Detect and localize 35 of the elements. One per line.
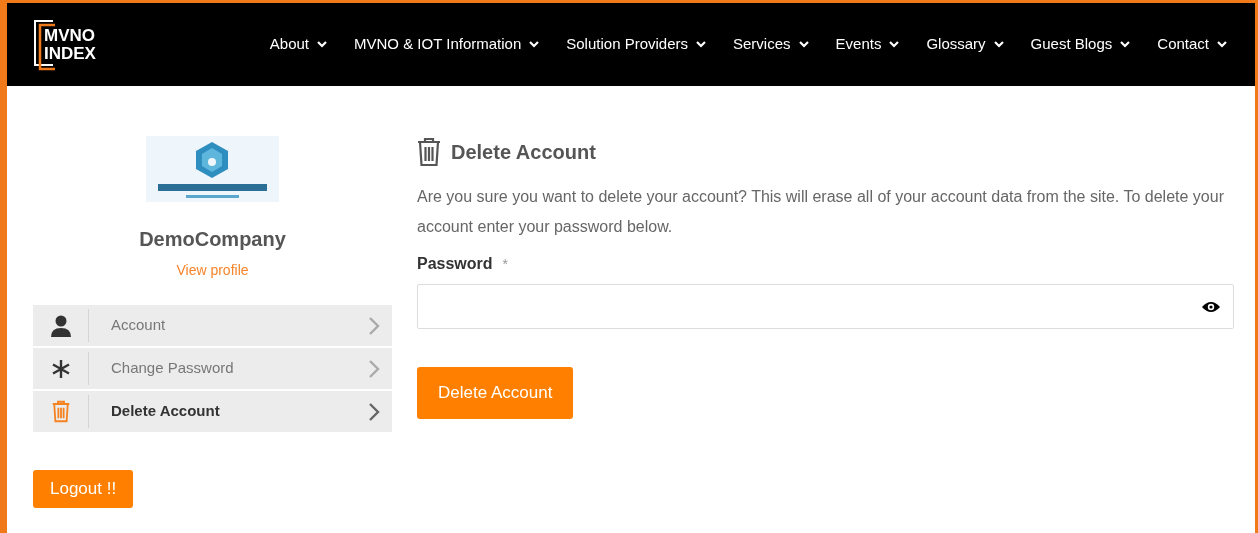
logo-text: MVNO	[44, 26, 96, 45]
chevron-right-icon	[368, 401, 380, 422]
chevron-down-icon	[889, 41, 900, 48]
logo-text: INDEX	[44, 44, 96, 63]
nav-link[interactable]: Events	[835, 33, 900, 56]
nav-link[interactable]: About	[269, 33, 327, 56]
chevron-down-icon	[317, 41, 327, 48]
menu-item[interactable]: Change Password	[33, 348, 392, 389]
description-text: Are you sure you want to delete your account? This will erase all of your account data from the site. To delete your account enter your password below.	[417, 187, 1225, 237]
password-label: Password	[417, 254, 493, 274]
nav-link[interactable]: Services	[733, 33, 809, 56]
nav-link[interactable]: Solution Providers	[566, 33, 706, 56]
menu-item[interactable]: Account	[33, 305, 392, 346]
chevron-down-icon	[1120, 41, 1131, 48]
chevron-down-icon	[696, 41, 706, 48]
password-field[interactable]	[417, 284, 1234, 329]
trash-icon	[51, 400, 70, 423]
asterisk-icon	[50, 358, 71, 379]
trash-icon	[417, 137, 441, 167]
user-icon	[50, 314, 71, 337]
chevron-down-icon	[529, 41, 540, 48]
nav-link[interactable]: MVNO & IOT Information	[354, 33, 540, 56]
chevron-right-icon	[368, 358, 380, 379]
chevron-down-icon	[993, 41, 1004, 48]
chevron-down-icon	[798, 41, 809, 48]
nav-link[interactable]: Contact	[1157, 33, 1227, 56]
eye-icon[interactable]	[1201, 299, 1221, 314]
chevron-down-icon	[1217, 41, 1227, 48]
nav-link[interactable]: Glossary	[926, 33, 1004, 56]
panel-title: Delete Account	[451, 140, 596, 165]
company-name: DemoCompany	[139, 227, 286, 252]
nav-link[interactable]: Guest Blogs	[1030, 33, 1131, 56]
chevron-right-icon	[368, 315, 380, 336]
menu-item[interactable]: Delete Account	[33, 391, 392, 432]
required-mark: *	[502, 254, 509, 274]
